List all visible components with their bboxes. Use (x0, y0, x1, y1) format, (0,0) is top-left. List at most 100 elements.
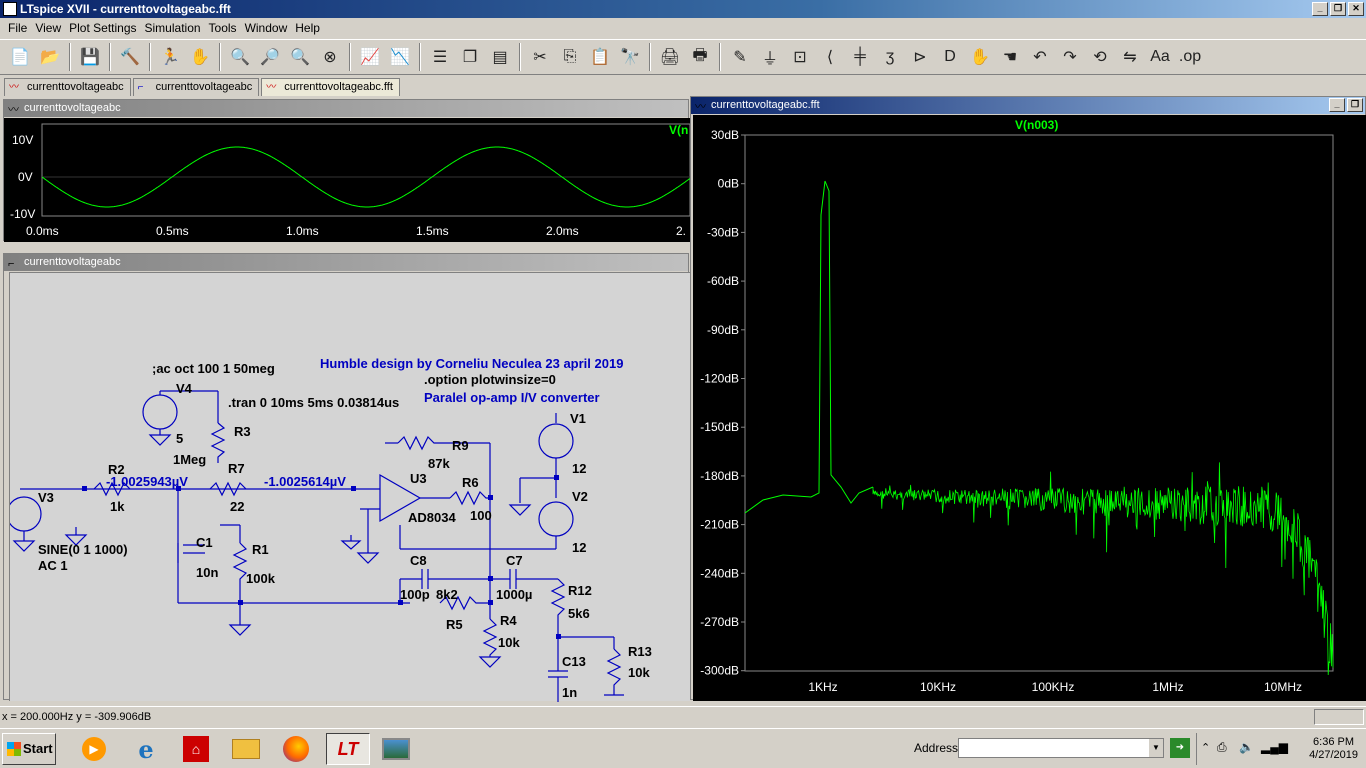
paste-icon[interactable]: 📋 (586, 43, 614, 71)
close-button[interactable]: ✕ (1348, 2, 1364, 16)
fft-y-tick: -90dB (707, 323, 739, 337)
component-icon[interactable]: D (936, 43, 964, 71)
chevron-down-icon[interactable]: ▼ (1149, 739, 1163, 757)
menu-plot-settings[interactable]: Plot Settings (65, 21, 140, 35)
waveform-window: 〰 currenttovoltageabc V(n 10V 0V -10V 0.0… (3, 99, 691, 242)
tray-chevron-icon[interactable]: ⌃ (1201, 741, 1210, 754)
copy-icon[interactable]: ⎘ (556, 43, 584, 71)
r5-label: R5 (446, 617, 463, 632)
signal-icon[interactable]: ▂▄▆ (1261, 740, 1288, 754)
fft-y-tick: -240dB (700, 566, 739, 580)
u3-label: U3 (410, 471, 427, 486)
network-icon[interactable]: ⎙ (1217, 740, 1227, 755)
fft-y-tick: -180dB (700, 469, 739, 483)
waveform-plot[interactable]: V(n 10V 0V -10V 0.0ms 0.5ms 1.0ms 1.5ms … (4, 118, 691, 242)
open-icon[interactable]: 📂 (36, 43, 64, 71)
tile-horizontal-icon[interactable]: ☰ (426, 43, 454, 71)
autorange-icon[interactable]: 📈 (356, 43, 384, 71)
go-arrow-icon[interactable]: ➜ (1170, 738, 1190, 758)
image-viewer-icon[interactable] (378, 733, 414, 765)
acrobat-icon[interactable]: ⌂ (178, 733, 214, 765)
fft-window: 〰 currenttovoltageabc.fft _ ❐ V(n003) 30d… (690, 96, 1366, 701)
pick-traces-icon[interactable]: 📉 (386, 43, 414, 71)
internet-explorer-icon[interactable]: e (128, 733, 164, 765)
tab-fft[interactable]: 〰 currenttovoltageabc.fft (261, 78, 400, 96)
cursor-readout: x = 200.000Hz y = -309.906dB (2, 711, 152, 723)
minimize-button[interactable]: _ (1312, 2, 1328, 16)
menu-bar: File View Plot Settings Simulation Tools… (0, 18, 1366, 38)
fft-noise-trace (872, 462, 1334, 676)
ac-directive: ;ac oct 100 1 50meg (152, 361, 275, 376)
schematic-window-title: ⌐ currenttovoltageabc (4, 254, 688, 271)
zoom-fit-icon[interactable]: ⊗ (316, 43, 344, 71)
clock[interactable]: 6:36 PM 4/27/2019 (1309, 736, 1358, 762)
firefox-icon[interactable] (278, 733, 314, 765)
new-schematic-icon[interactable]: 📄 (6, 43, 34, 71)
find-icon[interactable]: 🔭 (616, 43, 644, 71)
tab-schematic[interactable]: ⌐ currenttovoltageabc (132, 78, 260, 96)
address-input[interactable]: ▼ (958, 738, 1164, 758)
wave-x-tick: 2.0ms (546, 224, 579, 238)
title-bar: LTspice XVII - currenttovoltageabc.fft _… (0, 0, 1366, 18)
paralel-text: Paralel op-amp I/V converter (424, 390, 600, 405)
capacitor-icon[interactable]: ╪ (846, 43, 874, 71)
fft-minimize-button[interactable]: _ (1329, 98, 1345, 112)
fft-plot[interactable]: V(n003) 30dB 0dB -30dB -60dB -90dB -120dB -150… (693, 115, 1366, 701)
restore-button[interactable]: ❐ (1330, 2, 1346, 16)
tab-waveform[interactable]: 〰 currenttovoltageabc (4, 78, 131, 96)
text-icon[interactable]: Aa (1146, 43, 1174, 71)
menu-help[interactable]: Help (291, 21, 324, 35)
r4-label: R4 (500, 613, 517, 628)
tile-vertical-icon[interactable]: ▤ (486, 43, 514, 71)
schematic-canvas[interactable]: Humble design by Corneliu Neculea 23 apr… (6, 272, 690, 702)
menu-file[interactable]: File (4, 21, 31, 35)
zoom-pan-icon[interactable]: 🔎 (256, 43, 284, 71)
diode-icon[interactable]: ⊳ (906, 43, 934, 71)
media-player-icon[interactable]: ▶ (76, 733, 112, 765)
start-button[interactable]: Start (2, 733, 56, 765)
fft-x-tick: 100KHz (1032, 680, 1075, 694)
rotate-icon[interactable]: ⟲ (1086, 43, 1114, 71)
zoom-out-icon[interactable]: 🔍 (286, 43, 314, 71)
r4-value: 10k (498, 635, 520, 650)
label-net-icon[interactable]: ⊡ (786, 43, 814, 71)
fft-y-tick: 30dB (711, 128, 739, 142)
redo-icon[interactable]: ↷ (1056, 43, 1084, 71)
r1-label: R1 (252, 542, 269, 557)
ground-icon[interactable]: ⏚ (756, 43, 784, 71)
file-explorer-icon[interactable] (228, 733, 264, 765)
wave-trace-label: V(n (669, 123, 688, 137)
run-icon[interactable]: 🏃 (156, 43, 184, 71)
c13-label: C13 (562, 654, 586, 669)
control-panel-icon[interactable]: 🔨 (116, 43, 144, 71)
menu-window[interactable]: Window (241, 21, 292, 35)
undo-icon[interactable]: ↶ (1026, 43, 1054, 71)
drag-icon[interactable]: ☚ (996, 43, 1024, 71)
draw-wire-icon[interactable]: ✎ (726, 43, 754, 71)
ltspice-taskbar-icon[interactable]: LT (326, 733, 370, 765)
spice-directive-icon[interactable]: .op (1176, 43, 1204, 71)
v3-value: SINE(0 1 1000) (38, 542, 128, 557)
inductor-icon[interactable]: ʒ (876, 43, 904, 71)
move-icon[interactable]: ✋ (966, 43, 994, 71)
print-setup-icon[interactable]: 🖨 (656, 43, 684, 71)
zoom-in-icon[interactable]: 🔍 (226, 43, 254, 71)
print-icon[interactable]: 🖶 (686, 43, 714, 71)
menu-tools[interactable]: Tools (205, 21, 241, 35)
menu-view[interactable]: View (31, 21, 65, 35)
volume-icon[interactable]: 🔈 (1239, 740, 1254, 754)
wave-x-tick: 0.5ms (156, 224, 189, 238)
menu-simulation[interactable]: Simulation (141, 21, 205, 35)
fft-x-tick: 1KHz (808, 680, 837, 694)
fft-x-tick: 10MHz (1264, 680, 1302, 694)
ltspice-app-icon (3, 2, 17, 16)
option-directive: .option plotwinsize=0 (424, 372, 556, 387)
cut-icon[interactable]: ✂ (526, 43, 554, 71)
r13-value: 10k (628, 665, 650, 680)
save-icon[interactable]: 💾 (76, 43, 104, 71)
fft-restore-button[interactable]: ❐ (1347, 98, 1363, 112)
mirror-icon[interactable]: ⇋ (1116, 43, 1144, 71)
cascade-icon[interactable]: ❐ (456, 43, 484, 71)
halt-icon[interactable]: ✋ (186, 43, 214, 71)
resistor-icon[interactable]: ⟨ (816, 43, 844, 71)
